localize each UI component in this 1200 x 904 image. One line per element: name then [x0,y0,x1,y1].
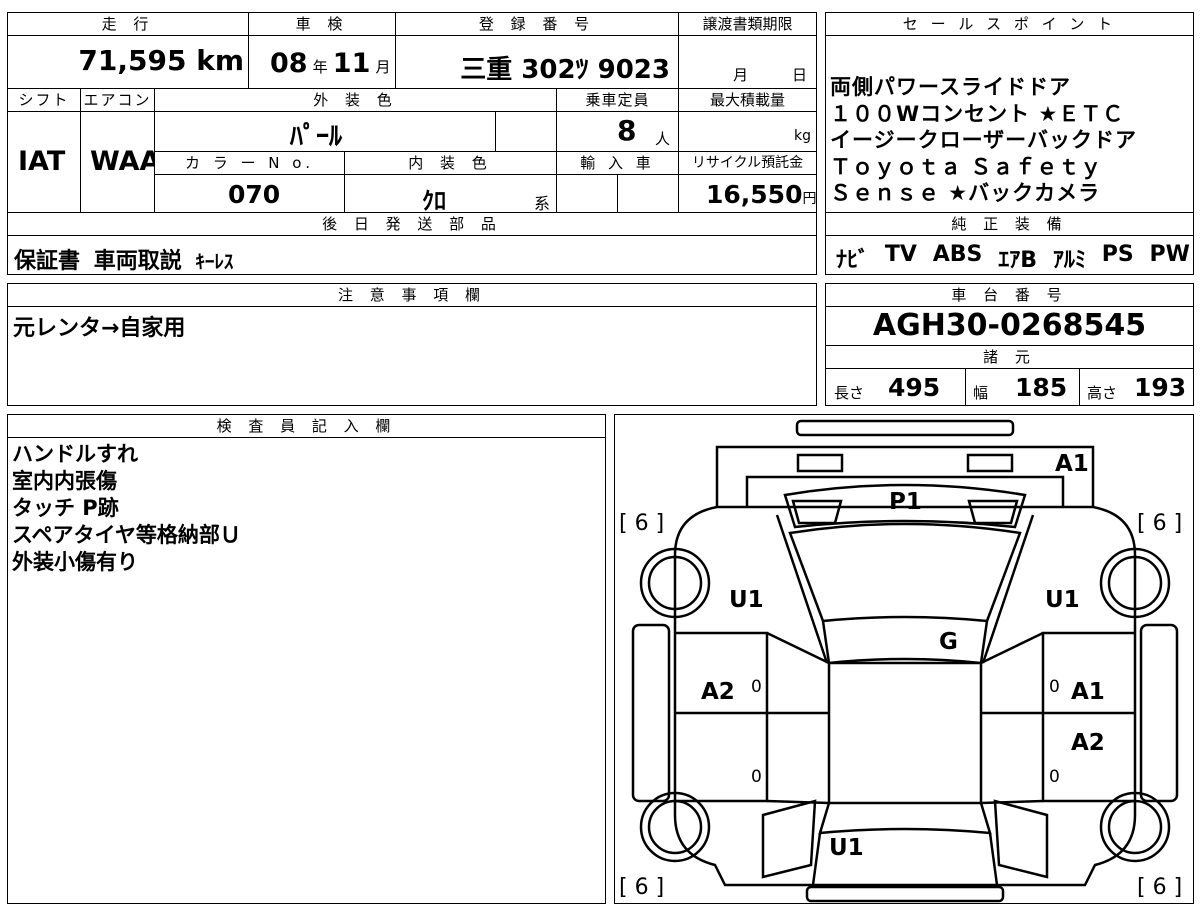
chassis-number: AGH30-0268545 [872,308,1147,343]
spec-width-value: 185 [1015,373,1068,402]
mark-front-right: A1 [1055,451,1089,477]
import-cell-1 [556,174,618,213]
shift-value: IAT [18,146,66,177]
accessories-header: 後 日 発 送 部 品 [7,212,817,236]
interior-color-value: ｸﾛ [422,187,446,215]
mark-windshield: G [939,629,958,655]
tire-label-rear-right: [ 6 ] [1137,875,1183,900]
inspector-lines: ハンドルすれ 室内内張傷 タッチ P跡 スペアタイヤ等格納部Ｕ 外装小傷有り [12,441,241,576]
recycle-fee-unit: 円 [802,191,817,207]
sales-point-line: Ｓｅｎｓｅ ★バックカメラ [830,181,1101,205]
chassis-header: 車 台 番 号 [825,283,1194,307]
genuine-header: 純 正 装 備 [825,212,1194,236]
recycle-fee-value: 16,550 [706,180,803,209]
interior-color-header: 内 装 色 [344,151,557,175]
genuine-item: ｱﾙﾐ [1052,248,1086,273]
mark-zero: 0 [1049,767,1060,787]
mark-hood: P1 [889,489,922,515]
registration-header: 登 録 番 号 [395,12,679,36]
genuine-item: TV [884,242,917,267]
genuine-item: ABS [932,242,983,267]
spec-length-value: 495 [888,373,941,402]
exterior-color-header: 外 装 色 [154,88,557,112]
inspector-line: ハンドルすれ [12,442,138,466]
inspection-header: 車 検 [248,12,396,36]
mark-zero: 0 [751,767,762,787]
color-no-header: カ ラ ー N o. [154,151,345,175]
tire-label-rear-left: [ 6 ] [619,875,665,900]
aircon-value: WAA [90,146,161,177]
genuine-item: ﾅﾋﾞ [836,248,870,273]
transfer-deadline-header: 譲渡書類期限 [678,12,817,36]
capacity-unit: 人 [655,130,671,148]
mark-zero: 0 [751,677,762,697]
vehicle-diagram: [ 6 ] [ 6 ] [ 6 ] [ 6 ] A1 P1 U1 U1 G A2… [614,414,1194,904]
genuine-item: PW [1149,242,1190,267]
notes-header: 注 意 事 項 欄 [7,283,817,307]
mileage-header: 走 行 [7,12,249,36]
inspector-line: タッチ P跡 [12,496,119,520]
max-load-unit: kg [794,128,811,144]
aircon-header: エアコン [80,88,155,112]
specs-header: 諸 元 [825,345,1194,369]
recycle-header: リサイクル預託金 [678,151,817,175]
mark-right-front: U1 [1045,587,1080,613]
inspection-year: 08 [270,48,308,79]
inspection-month-unit: 月 [375,58,391,76]
transfer-day-unit: 日 [792,66,808,84]
mark-right-door-rear: A2 [1071,730,1105,756]
accessories-list: 保証書 車両取説 ｷｰﾚｽ [14,243,233,275]
sales-point-line: １００Wコンセント ★ＥＴＣ [830,101,1125,126]
capacity-value: 8 [617,114,637,147]
accessory-item: ｷｰﾚｽ [195,251,234,273]
inspector-header: 検 査 員 記 入 欄 [7,414,606,438]
sales-point-line: Ｔｏｙｏｔａ Ｓａｆｅｔｙ [830,154,1103,179]
sales-point-line: イージークローザーバックドア [830,128,1137,152]
sales-point-line: 両側パワースライドドア [830,75,1071,99]
genuine-list: ﾅﾋﾞ TV ABS ｴｱB ｱﾙﾐ PS PW [836,242,1190,274]
import-header: 輸 入 車 [556,151,679,175]
exterior-color-extra-cell [495,111,557,152]
recycle-fee: 16,550円 [706,180,816,209]
inspection-date: 08 年 11 月 [270,48,390,79]
spec-width-label: 幅 [973,384,989,402]
spec-length-label: 長さ [834,384,865,402]
spec-height-label: 高さ [1087,384,1118,402]
accessory-item: 保証書 [14,249,81,274]
transfer-month-unit: 月 [733,66,749,84]
capacity-header: 乗車定員 [556,88,679,112]
mileage-value: 71,595 km [78,44,244,77]
inspection-year-unit: 年 [312,58,328,76]
tire-label-front-right: [ 6 ] [1137,511,1183,536]
interior-color-cell [344,174,557,213]
notes-text: 元レンタ→自家用 [13,316,186,341]
inspection-month: 11 [332,48,371,79]
tire-label-front-left: [ 6 ] [619,511,665,536]
inspector-line: 外装小傷有り [12,550,138,574]
color-no-value: 070 [228,180,281,209]
mark-left-front: U1 [729,587,764,613]
shift-header: シフト [7,88,81,112]
mark-right-door-front: A1 [1071,679,1105,705]
spec-height-value: 193 [1134,373,1187,402]
import-cell-2 [617,174,679,213]
sales-points-lines: 両側パワースライドドア １００Wコンセント ★ＥＴＣ イージークローザーバックド… [830,74,1192,207]
accessory-item: 車両取説 [93,249,182,274]
mark-zero: 0 [1049,677,1060,697]
genuine-item: PS [1101,242,1134,267]
genuine-item: ｴｱB [998,248,1038,273]
inspector-line: 室内内張傷 [12,469,117,493]
registration-number: 三重 302ﾂ 9023 [460,55,670,85]
mark-rear: U1 [829,835,864,861]
interior-color-unit: 系 [534,194,551,213]
inspector-line: スペアタイヤ等格納部Ｕ [12,523,241,547]
mark-left-door-front: A2 [701,679,735,705]
sales-points-header: セ ー ル ス ポ イ ン ト [825,12,1194,36]
max-load-header: 最大積載量 [678,88,817,112]
exterior-color-value: ﾊﾟｰﾙ [290,122,343,152]
